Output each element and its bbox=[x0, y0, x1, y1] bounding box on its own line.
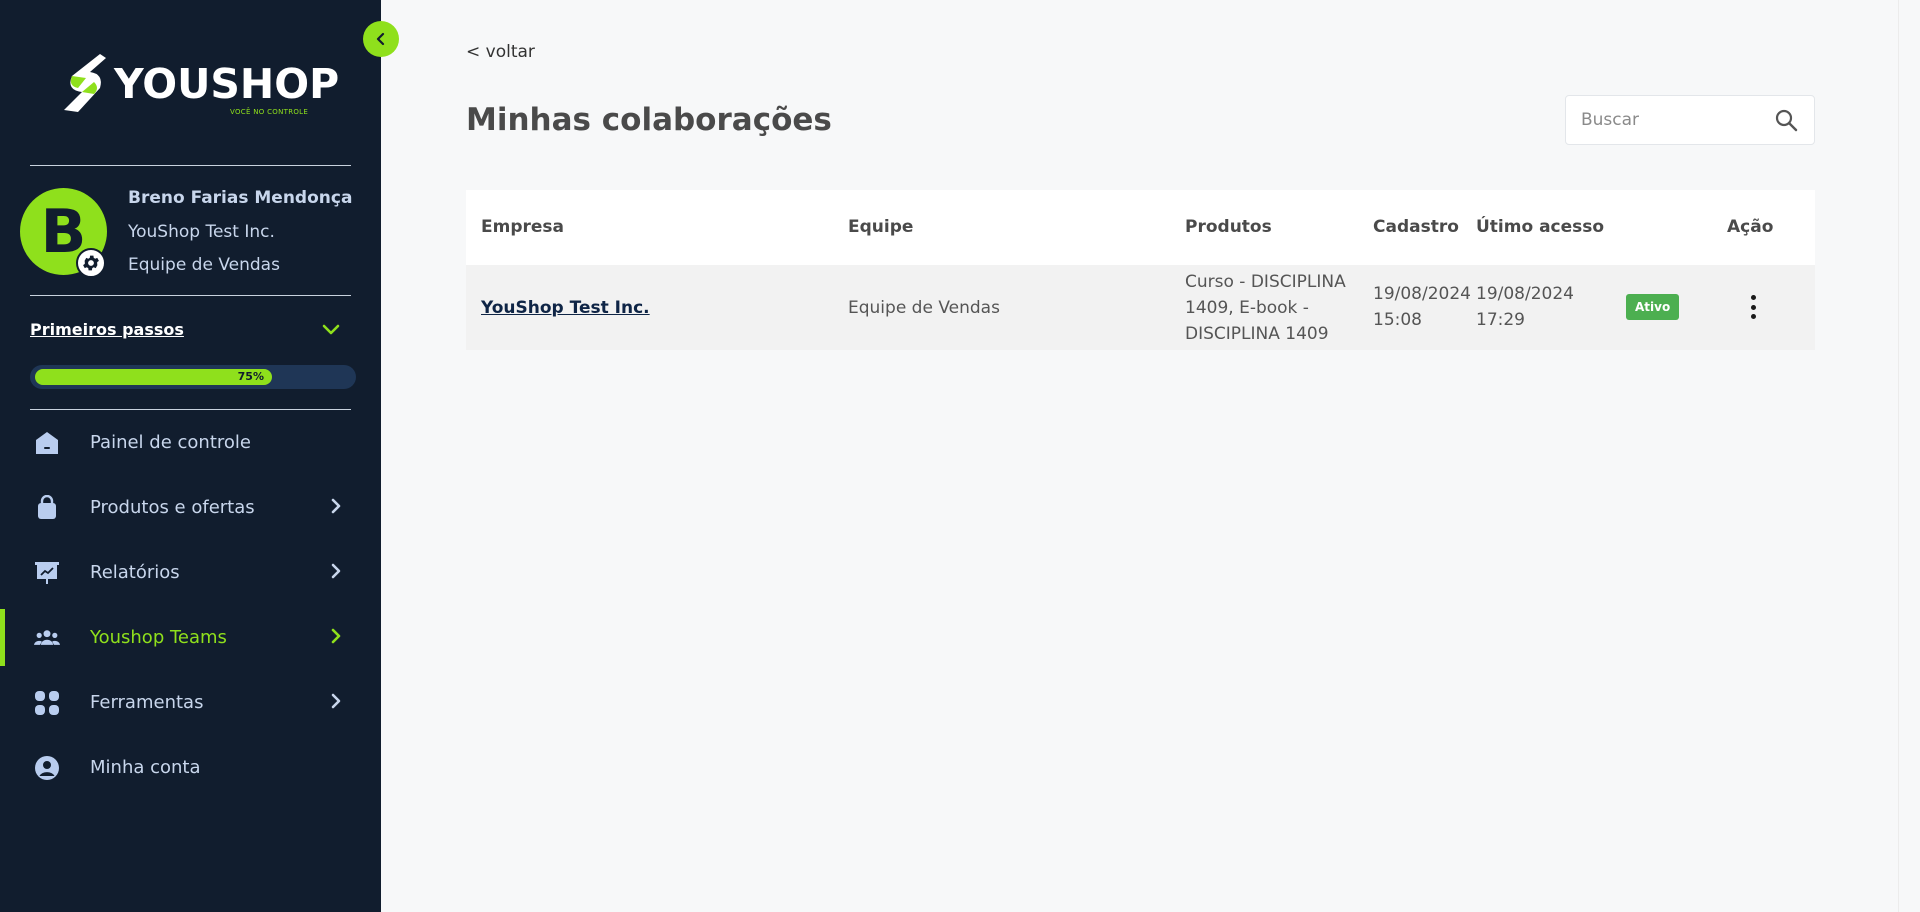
chevron-right-icon bbox=[330, 497, 342, 519]
products-line: DISCIPLINA 1409 bbox=[1185, 324, 1329, 344]
divider bbox=[30, 165, 351, 166]
table-row: YouShop Test Inc. Equipe de Vendas Curso… bbox=[466, 265, 1815, 350]
sidebar-menu: Painel de controle Produtos e ofertas Re… bbox=[0, 410, 381, 800]
chevron-right-icon bbox=[330, 692, 342, 714]
profile-company: YouShop Test Inc. bbox=[128, 222, 275, 242]
products-cell: Curso - DISCIPLINA 1409, E-book - DISCIP… bbox=[1185, 269, 1346, 347]
team-cell: Equipe de Vendas bbox=[848, 298, 1000, 318]
user-circle-icon bbox=[34, 755, 60, 781]
page-title: Minhas colaborações bbox=[466, 102, 832, 138]
last-access-time: 17:29 bbox=[1476, 310, 1525, 330]
chevron-right-icon bbox=[330, 627, 342, 649]
sidebar-item-youshop-teams[interactable]: Youshop Teams bbox=[0, 605, 381, 670]
profile-team: Equipe de Vendas bbox=[128, 255, 280, 275]
last-access-cell: 19/08/2024 17:29 bbox=[1476, 281, 1574, 333]
registration-date: 19/08/2024 bbox=[1373, 284, 1471, 304]
registration-time: 15:08 bbox=[1373, 310, 1422, 330]
settings-gear-icon[interactable] bbox=[76, 248, 106, 278]
progress-text: 75% bbox=[237, 370, 264, 383]
home-icon bbox=[34, 430, 60, 456]
sidebar-item-label: Ferramentas bbox=[90, 692, 204, 713]
sidebar-item-minha-conta[interactable]: Minha conta bbox=[0, 735, 381, 800]
progress-fill: 75% bbox=[35, 369, 272, 385]
sidebar-item-produtos[interactable]: Produtos e ofertas bbox=[0, 475, 381, 540]
presentation-chart-icon bbox=[34, 560, 60, 586]
chevron-right-icon bbox=[330, 562, 342, 584]
sidebar-item-label: Relatórios bbox=[90, 562, 180, 583]
sidebar-item-label: Produtos e ofertas bbox=[90, 497, 255, 518]
sidebar-item-label: Painel de controle bbox=[90, 432, 251, 453]
onboarding-progress-bar: 75% bbox=[30, 365, 356, 389]
column-header-equipe: Equipe bbox=[848, 217, 914, 237]
column-header-produtos: Produtos bbox=[1185, 217, 1272, 237]
brand-tagline: VOCÊ NO CONTROLE bbox=[230, 108, 309, 116]
divider bbox=[30, 295, 351, 296]
registration-cell: 19/08/2024 15:08 bbox=[1373, 281, 1471, 333]
sidebar: YOUSHOP VOCÊ NO CONTROLE B Breno Farias … bbox=[0, 0, 381, 912]
brand-logo: YOUSHOP bbox=[60, 52, 339, 116]
sidebar-item-painel[interactable]: Painel de controle bbox=[0, 410, 381, 475]
more-actions-icon[interactable] bbox=[1743, 293, 1763, 321]
sidebar-item-label: Youshop Teams bbox=[90, 627, 227, 648]
column-header-acao: Ação bbox=[1727, 217, 1774, 237]
sidebar-item-relatorios[interactable]: Relatórios bbox=[0, 540, 381, 605]
avatar[interactable]: B bbox=[20, 188, 107, 278]
products-line: 1409, E-book - bbox=[1185, 298, 1309, 318]
table-header: Empresa Equipe Produtos Cadastro Útimo a… bbox=[466, 190, 1815, 265]
search-icon[interactable] bbox=[1774, 108, 1798, 136]
page-scrollbar[interactable] bbox=[1898, 0, 1920, 912]
profile-avatar-wrapper[interactable]: B bbox=[20, 188, 107, 278]
search-box bbox=[1565, 95, 1815, 145]
column-header-ultimo-acesso: Útimo acesso bbox=[1476, 217, 1605, 237]
sidebar-item-ferramentas[interactable]: Ferramentas bbox=[0, 670, 381, 735]
chevron-left-icon bbox=[376, 32, 385, 46]
bag-icon bbox=[34, 494, 60, 521]
first-steps-toggle[interactable]: Primeiros passos bbox=[30, 320, 184, 339]
sidebar-item-label: Minha conta bbox=[90, 757, 201, 778]
column-header-empresa: Empresa bbox=[481, 217, 564, 237]
collapse-sidebar-button[interactable] bbox=[363, 21, 399, 57]
status-badge: Ativo bbox=[1626, 294, 1680, 320]
last-access-date: 19/08/2024 bbox=[1476, 284, 1574, 304]
company-link[interactable]: YouShop Test Inc. bbox=[481, 295, 650, 321]
search-input[interactable] bbox=[1581, 110, 1761, 130]
collaborations-table: Empresa Equipe Produtos Cadastro Útimo a… bbox=[466, 190, 1815, 350]
chevron-down-icon[interactable] bbox=[322, 322, 340, 341]
profile-name: Breno Farias Mendonça bbox=[128, 188, 353, 208]
back-link[interactable]: < voltar bbox=[466, 42, 535, 62]
column-header-cadastro: Cadastro bbox=[1373, 217, 1459, 237]
team-icon bbox=[34, 625, 60, 651]
youshop-logo-mark-icon bbox=[64, 54, 106, 112]
apps-grid-icon bbox=[34, 690, 60, 716]
brand-name: YOUSHOP bbox=[114, 59, 340, 108]
products-line: Curso - DISCIPLINA bbox=[1185, 272, 1346, 292]
